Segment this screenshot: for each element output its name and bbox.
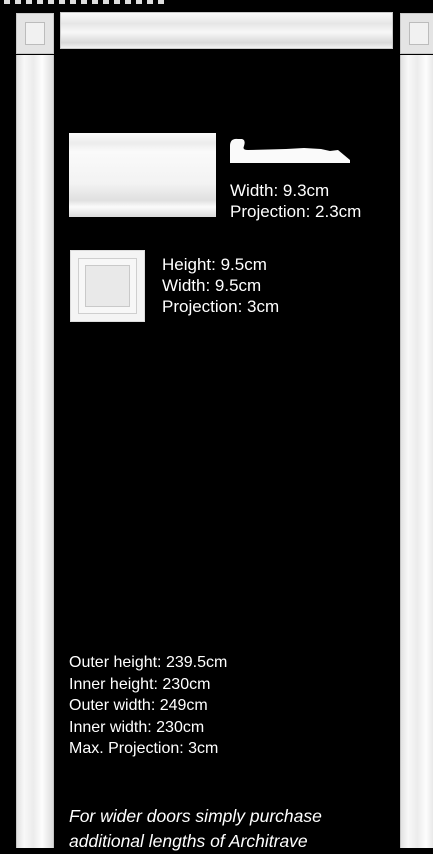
corner-block-width: Width: 9.5cm (162, 276, 262, 295)
left-architrave-jamb (16, 55, 54, 848)
corner-block-height: Height: 9.5cm (162, 255, 267, 274)
corner-block-sample-image (70, 250, 145, 322)
architrave-lintel (60, 12, 393, 49)
corner-block-specs: Height: 9.5cm Width: 9.5cm Projection: 3… (162, 254, 279, 317)
wider-doors-note: For wider doors simply purchase addition… (69, 806, 322, 851)
inner-width: Inner width: 230cm (69, 718, 205, 736)
top-left-corner-block (16, 13, 54, 54)
moulding-sample-image (69, 133, 216, 217)
top-right-corner-block (400, 13, 433, 54)
corner-block-projection: Projection: 3cm (162, 297, 280, 316)
outer-width: Outer width: 249cm (69, 697, 208, 714)
moulding-width: Width: 9.3cm (230, 181, 330, 200)
right-architrave-jamb (400, 55, 433, 848)
moulding-projection: Projection: 2.3cm (230, 202, 362, 221)
outer-height: Outer height: 239.5cm (69, 654, 228, 671)
overall-dimensions: Outer height: 239.5cm Inner height: 230c… (69, 652, 227, 760)
max-projection: Max. Projection: 3cm (69, 740, 219, 757)
inner-height: Inner height: 230cm (69, 675, 211, 693)
top-strip (0, 0, 433, 8)
top-edge-marks (4, 0, 164, 4)
moulding-profile-icon (230, 138, 350, 163)
moulding-specs: Width: 9.3cm Projection: 2.3cm (230, 180, 361, 222)
